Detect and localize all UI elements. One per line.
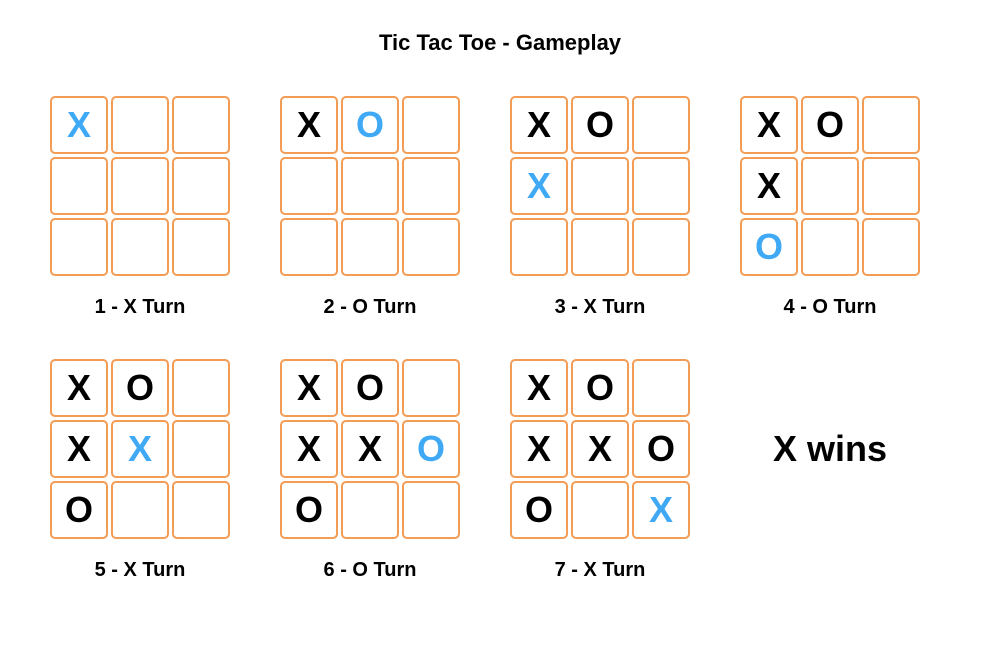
cell: X	[510, 420, 568, 478]
cell	[172, 157, 230, 215]
cell	[402, 157, 460, 215]
cell: O	[740, 218, 798, 276]
cell	[571, 157, 629, 215]
cell	[402, 481, 460, 539]
cell	[341, 218, 399, 276]
cell	[862, 157, 920, 215]
cell: O	[402, 420, 460, 478]
cell	[111, 96, 169, 154]
cell	[172, 96, 230, 154]
cell: X	[280, 359, 338, 417]
cell	[172, 420, 230, 478]
cell	[50, 218, 108, 276]
cell	[402, 96, 460, 154]
result-text: X wins	[773, 428, 887, 470]
board-caption: 3 - X Turn	[555, 296, 646, 319]
board-unit-7: X O X X O O X 7 - X Turn	[510, 359, 690, 582]
cell	[341, 157, 399, 215]
board-caption: 1 - X Turn	[95, 296, 186, 319]
board-unit-1: X 1 - X Turn	[50, 96, 230, 319]
cell	[801, 218, 859, 276]
board-7: X O X X O O X	[510, 359, 690, 539]
cell: X	[632, 481, 690, 539]
cell	[111, 218, 169, 276]
cell: X	[740, 96, 798, 154]
cell	[571, 481, 629, 539]
result-unit: X wins	[740, 359, 920, 539]
boards-container: X 1 - X Turn X O 2 - O Turn X	[50, 96, 950, 582]
board-unit-6: X O X X O O 6 - O Turn	[280, 359, 460, 582]
board-unit-2: X O 2 - O Turn	[280, 96, 460, 319]
cell: X	[571, 420, 629, 478]
board-caption: 2 - O Turn	[324, 296, 417, 319]
cell	[632, 96, 690, 154]
cell: X	[510, 157, 568, 215]
board-caption: 7 - X Turn	[555, 559, 646, 582]
cell	[280, 157, 338, 215]
cell: O	[510, 481, 568, 539]
cell	[111, 157, 169, 215]
cell	[280, 218, 338, 276]
cell: O	[341, 359, 399, 417]
cell: O	[50, 481, 108, 539]
cell	[632, 157, 690, 215]
board-4: X O X O	[740, 96, 920, 276]
cell: X	[50, 420, 108, 478]
cell: O	[632, 420, 690, 478]
cell: X	[510, 96, 568, 154]
board-unit-4: X O X O 4 - O Turn	[740, 96, 920, 319]
cell	[632, 218, 690, 276]
board-caption: 5 - X Turn	[95, 559, 186, 582]
cell: O	[801, 96, 859, 154]
cell	[862, 218, 920, 276]
cell: O	[341, 96, 399, 154]
cell: O	[111, 359, 169, 417]
cell: X	[280, 420, 338, 478]
cell: X	[740, 157, 798, 215]
board-caption: 4 - O Turn	[784, 296, 877, 319]
board-5: X O X X O	[50, 359, 230, 539]
cell: X	[111, 420, 169, 478]
cell: X	[280, 96, 338, 154]
cell: X	[50, 96, 108, 154]
cell	[510, 218, 568, 276]
cell: X	[341, 420, 399, 478]
board-unit-5: X O X X O 5 - X Turn	[50, 359, 230, 582]
cell: O	[571, 96, 629, 154]
cell	[172, 359, 230, 417]
cell	[862, 96, 920, 154]
cell	[571, 218, 629, 276]
cell: O	[280, 481, 338, 539]
board-2: X O	[280, 96, 460, 276]
cell	[801, 157, 859, 215]
cell: X	[50, 359, 108, 417]
board-3: X O X	[510, 96, 690, 276]
board-1: X	[50, 96, 230, 276]
board-caption: 6 - O Turn	[324, 559, 417, 582]
page-title: Tic Tac Toe - Gameplay	[50, 30, 950, 56]
cell	[50, 157, 108, 215]
cell	[402, 359, 460, 417]
cell	[341, 481, 399, 539]
cell: O	[571, 359, 629, 417]
board-6: X O X X O O	[280, 359, 460, 539]
board-unit-3: X O X 3 - X Turn	[510, 96, 690, 319]
cell	[172, 481, 230, 539]
cell	[632, 359, 690, 417]
cell: X	[510, 359, 568, 417]
cell	[402, 218, 460, 276]
cell	[111, 481, 169, 539]
cell	[172, 218, 230, 276]
